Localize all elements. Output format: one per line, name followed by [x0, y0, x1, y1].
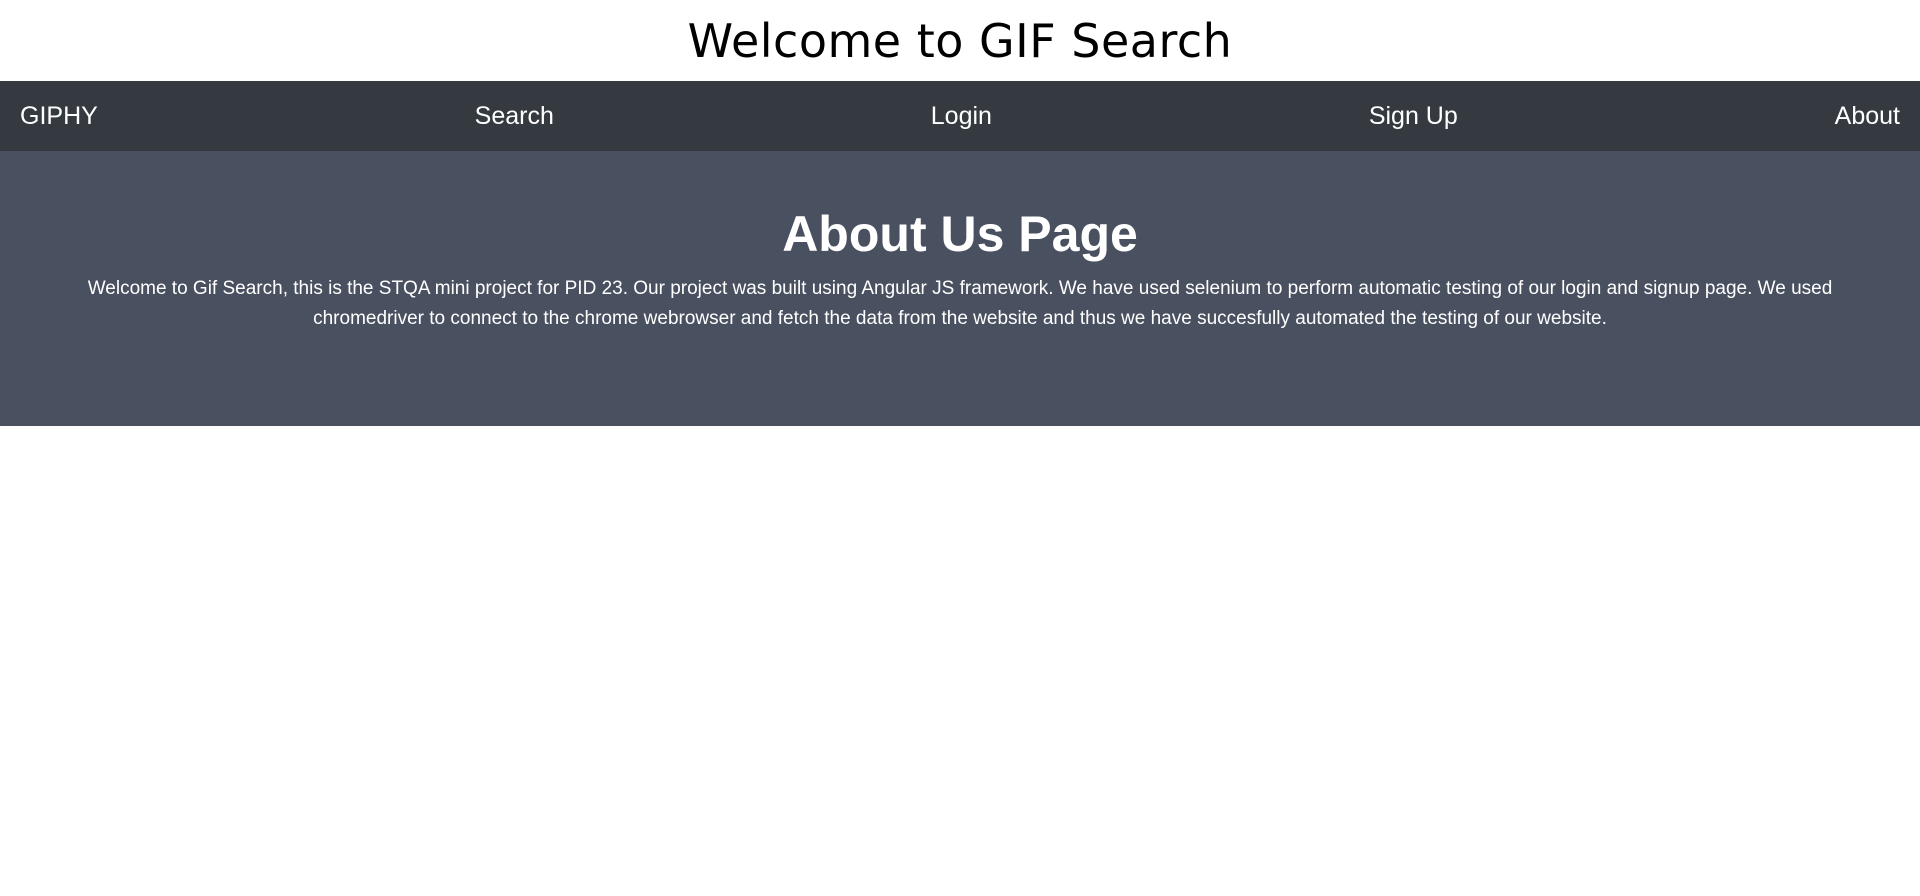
nav-item-search[interactable]: Search: [475, 102, 554, 131]
nav-item-signup[interactable]: Sign Up: [1369, 102, 1458, 131]
brand-link[interactable]: GIPHY: [20, 102, 98, 131]
nav-item-about[interactable]: About: [1835, 102, 1900, 131]
about-hero: About Us Page Welcome to Gif Search, thi…: [0, 151, 1920, 426]
site-title: Welcome to GIF Search: [687, 13, 1233, 68]
nav-item-login[interactable]: Login: [931, 102, 992, 131]
navbar: GIPHY Search Login Sign Up About: [0, 81, 1920, 151]
about-description: Welcome to Gif Search, this is the STQA …: [87, 278, 1833, 329]
about-title: About Us Page: [782, 206, 1138, 262]
